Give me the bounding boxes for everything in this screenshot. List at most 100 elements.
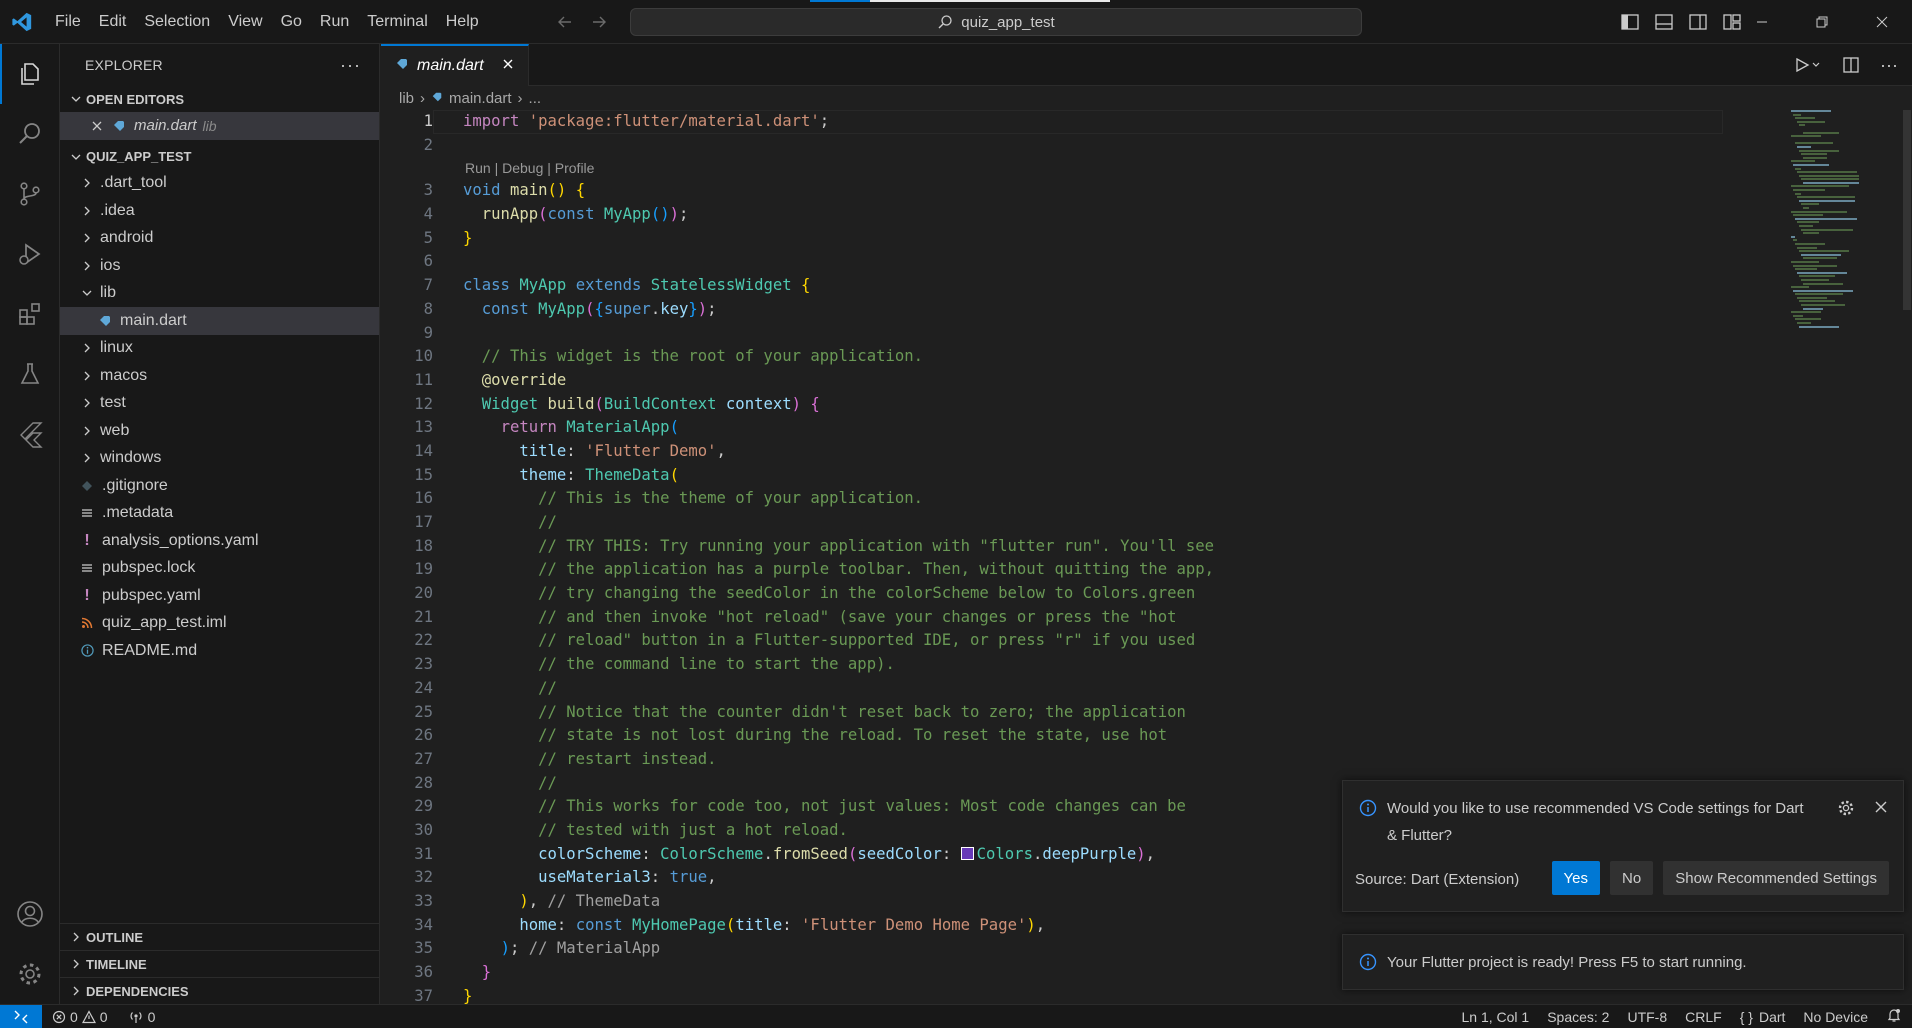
tree-file[interactable]: ! analysis_options.yaml <box>60 527 379 555</box>
forward-arrow-icon[interactable] <box>590 13 608 31</box>
code-line: 12 Widget build(BuildContext context) { <box>381 393 1781 417</box>
line-number: 32 <box>414 868 433 887</box>
tree-file[interactable]: quiz_app_test.iml <box>60 610 379 638</box>
color-swatch[interactable] <box>960 846 974 860</box>
menu-go[interactable]: Go <box>272 0 311 44</box>
breadcrumb-symbol[interactable]: ... <box>529 90 542 107</box>
tree-folder[interactable]: macos <box>60 362 379 390</box>
line-number: 26 <box>414 726 433 745</box>
menu-selection[interactable]: Selection <box>135 0 219 44</box>
source-control-icon[interactable] <box>0 164 60 224</box>
split-editor-icon[interactable] <box>1842 56 1860 74</box>
more-actions-icon[interactable]: ··· <box>340 55 361 76</box>
open-editor-item[interactable]: main.dart lib <box>60 112 379 140</box>
minimap-line <box>1793 314 1803 317</box>
explorer-icon[interactable] <box>0 44 60 104</box>
gear-icon[interactable] <box>1837 799 1855 817</box>
flutter-icon[interactable] <box>0 404 60 464</box>
sidebar-bottom-sections: OUTLINE TIMELINE DEPENDENCIES <box>60 923 379 1004</box>
remote-indicator-icon[interactable] <box>0 1004 42 1028</box>
timeline-header[interactable]: TIMELINE <box>60 950 379 977</box>
vertical-scrollbar[interactable] <box>1903 110 1911 310</box>
open-editors-header[interactable]: OPEN EDITORS <box>60 86 379 112</box>
device-selector[interactable]: No Device <box>1803 1009 1868 1025</box>
problems-indicator[interactable]: 0 0 <box>52 1009 108 1025</box>
search-view-icon[interactable] <box>0 104 60 164</box>
end-of-line[interactable]: CRLF <box>1685 1009 1722 1025</box>
close-icon[interactable] <box>1873 799 1889 815</box>
minimap-line <box>1793 189 1825 192</box>
minimap[interactable] <box>1791 110 1891 370</box>
command-center-search[interactable]: quiz_app_test <box>630 8 1362 36</box>
extensions-icon[interactable] <box>0 284 60 344</box>
testing-icon[interactable] <box>0 344 60 404</box>
toggle-primary-sidebar-icon[interactable] <box>1620 13 1640 31</box>
minimap-line <box>1803 282 1843 285</box>
minimap-line <box>1797 120 1825 123</box>
tree-folder[interactable]: web <box>60 417 379 445</box>
dependencies-header[interactable]: DEPENDENCIES <box>60 977 379 1004</box>
accounts-icon[interactable] <box>0 884 60 944</box>
breadcrumb-lib[interactable]: lib <box>399 90 414 107</box>
tree-folder[interactable]: .dart_tool <box>60 170 379 198</box>
menu-help[interactable]: Help <box>437 0 488 44</box>
tree-file[interactable]: pubspec.lock <box>60 555 379 583</box>
tree-file[interactable]: main.dart <box>60 307 379 335</box>
line-number: 22 <box>414 631 433 650</box>
outline-header[interactable]: OUTLINE <box>60 923 379 950</box>
menu-terminal[interactable]: Terminal <box>358 0 436 44</box>
minimap-line <box>1793 214 1823 217</box>
project-header[interactable]: QUIZ_APP_TEST <box>60 144 379 170</box>
tree-file[interactable]: README.md <box>60 637 379 665</box>
close-window-icon[interactable] <box>1852 0 1912 44</box>
tree-folder[interactable]: linux <box>60 335 379 363</box>
tree-file[interactable]: .gitignore <box>60 472 379 500</box>
open-editor-path: lib <box>202 117 217 134</box>
encoding[interactable]: UTF-8 <box>1627 1009 1667 1025</box>
tree-folder[interactable]: android <box>60 225 379 253</box>
language-mode[interactable]: { } Dart <box>1740 1009 1786 1025</box>
yes-button[interactable]: Yes <box>1551 861 1601 895</box>
tab-close-icon[interactable] <box>502 57 514 75</box>
codelens[interactable]: Run | Debug | Profile <box>381 157 1781 179</box>
tree-folder[interactable]: windows <box>60 445 379 473</box>
tab-main-dart[interactable]: main.dart <box>381 44 529 86</box>
toggle-panel-icon[interactable] <box>1654 13 1674 31</box>
run-debug-icon[interactable] <box>0 224 60 284</box>
no-button[interactable]: No <box>1610 861 1654 895</box>
toggle-secondary-sidebar-icon[interactable] <box>1688 13 1708 31</box>
warning-count: 0 <box>99 1008 108 1025</box>
line-number: 15 <box>414 465 433 484</box>
tree-folder[interactable]: ios <box>60 252 379 280</box>
tree-file[interactable]: ! pubspec.yaml <box>60 582 379 610</box>
error-count: 0 <box>70 1008 78 1025</box>
menu-file[interactable]: File <box>46 0 90 44</box>
show-recommended-settings-button[interactable]: Show Recommended Settings <box>1663 861 1889 895</box>
restore-icon[interactable] <box>1792 0 1852 44</box>
menu-view[interactable]: View <box>219 0 271 44</box>
tree-folder[interactable]: lib <box>60 280 379 308</box>
open-editor-name: main.dart <box>134 117 197 135</box>
menu-edit[interactable]: Edit <box>90 0 136 44</box>
back-arrow-icon[interactable] <box>556 13 574 31</box>
editor-more-actions-icon[interactable]: ··· <box>1880 55 1898 76</box>
minimap-line <box>1799 250 1849 253</box>
manage-gear-icon[interactable] <box>0 944 60 1004</box>
run-dropdown-icon[interactable] <box>1794 56 1822 74</box>
tree-folder[interactable]: test <box>60 390 379 418</box>
minimize-icon[interactable] <box>1732 0 1792 44</box>
breadcrumb-file[interactable]: main.dart <box>449 90 512 107</box>
minimap-line <box>1803 181 1859 184</box>
notifications-bell-icon[interactable] <box>1886 1007 1902 1026</box>
minimap-line <box>1791 286 1809 289</box>
indentation[interactable]: Spaces: 2 <box>1547 1009 1609 1025</box>
close-icon[interactable] <box>88 120 106 132</box>
cursor-position[interactable]: Ln 1, Col 1 <box>1461 1009 1529 1025</box>
tree-item-label: test <box>100 394 126 412</box>
info-icon <box>1359 953 1377 975</box>
tree-file[interactable]: .metadata <box>60 500 379 528</box>
ports-indicator[interactable]: 0 <box>128 1009 155 1025</box>
menu-run[interactable]: Run <box>311 0 358 44</box>
tree-folder[interactable]: .idea <box>60 197 379 225</box>
code-line: 27 // restart instead. <box>381 748 1781 772</box>
